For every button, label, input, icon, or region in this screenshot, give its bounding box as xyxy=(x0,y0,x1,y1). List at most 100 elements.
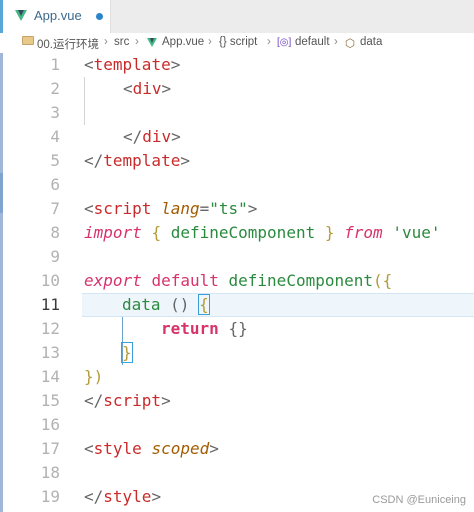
line-number: 10 xyxy=(40,271,60,290)
punct: > xyxy=(247,199,258,218)
identifier: defineComponent xyxy=(170,223,316,242)
watermark: CSDN @Euniceing xyxy=(372,494,466,506)
breadcrumb-item-default[interactable]: default xyxy=(295,36,330,48)
code-line: 15 </script> xyxy=(0,389,474,413)
code-line: 2 <div> xyxy=(0,77,474,101)
breadcrumb-item-data[interactable]: data xyxy=(360,36,382,48)
breadcrumb-item-file[interactable]: App.vue xyxy=(162,36,204,48)
parens: () xyxy=(170,295,190,314)
brace-match: { xyxy=(198,294,210,315)
property-icon: ⬡ xyxy=(345,38,356,50)
chevron-right-icon: › xyxy=(267,36,271,48)
function-name: defineComponent xyxy=(228,271,374,290)
breadcrumb-item-src[interactable]: src xyxy=(114,36,129,48)
punct: > xyxy=(170,55,181,74)
code-editor[interactable]: 1 <template> 2 <div> 3 4 </div> 5 </temp… xyxy=(0,53,474,512)
string: 'vue' xyxy=(392,223,441,242)
chevron-right-icon: › xyxy=(334,36,338,48)
tag-name: template xyxy=(103,151,181,170)
breadcrumb-item-folder[interactable]: 00.运行环境 xyxy=(37,36,99,52)
brace: { xyxy=(151,223,162,242)
keyword: from xyxy=(344,223,383,242)
punct: > xyxy=(161,79,172,98)
folder-icon xyxy=(22,36,34,45)
punct: < xyxy=(84,439,94,458)
line-number: 14 xyxy=(40,367,60,386)
tag-name: style xyxy=(93,439,142,458)
chevron-right-icon: › xyxy=(208,36,212,48)
code-line: 1 <template> xyxy=(0,53,474,77)
attr-value: "ts" xyxy=(209,199,248,218)
line-number: 13 xyxy=(40,343,60,362)
attr-name: lang xyxy=(161,199,200,218)
line-number: 1 xyxy=(50,55,60,74)
punct: = xyxy=(199,199,210,218)
code-line: 12 return {} xyxy=(0,317,474,341)
code-line: 6 xyxy=(0,173,474,197)
code-line: 5 </template> xyxy=(0,149,474,173)
vue-file-icon xyxy=(147,38,157,47)
active-tab-indicator xyxy=(0,0,3,33)
punct: > xyxy=(180,151,190,170)
tag-name: div xyxy=(142,127,172,146)
line-number: 2 xyxy=(50,79,60,98)
tag-name: div xyxy=(132,79,162,98)
code-line-active: 11 data () { xyxy=(0,293,474,317)
tab-label: App.vue xyxy=(34,8,82,23)
line-number: 17 xyxy=(40,439,60,458)
punct: </ xyxy=(84,487,104,506)
brace: } xyxy=(324,223,335,242)
line-number: 6 xyxy=(50,175,60,194)
brace-match: } xyxy=(121,342,133,363)
tab-app-vue[interactable]: App.vue xyxy=(0,0,111,33)
paren: ( xyxy=(373,271,383,290)
line-number: 8 xyxy=(50,223,60,242)
code-line: 16 xyxy=(0,413,474,437)
breadcrumb: 00.运行环境 › src › App.vue › {} script › [◎… xyxy=(0,33,474,53)
line-number: 18 xyxy=(40,463,60,482)
module-icon: [◎] xyxy=(277,37,292,48)
punct: </ xyxy=(123,127,143,146)
line-number: 9 xyxy=(50,247,60,266)
braces: {} xyxy=(228,319,248,338)
unsaved-dot-icon[interactable] xyxy=(96,13,103,20)
line-number: 11 xyxy=(40,295,60,314)
braces: }) xyxy=(84,367,104,386)
identifier: data xyxy=(122,295,161,314)
punct: </ xyxy=(84,151,104,170)
line-number: 3 xyxy=(50,103,60,122)
code-line: 3 xyxy=(0,101,474,125)
line-number: 16 xyxy=(40,415,60,434)
punct: > xyxy=(151,487,162,506)
punct: < xyxy=(84,199,94,218)
code-line: 8 import { defineComponent } from 'vue' xyxy=(0,221,474,245)
line-number: 15 xyxy=(40,391,60,410)
code-line: 9 xyxy=(0,245,474,269)
code-line: 18 xyxy=(0,461,474,485)
keyword: export xyxy=(84,271,142,290)
code-line: 10 export default defineComponent({ xyxy=(0,269,474,293)
punct: < xyxy=(84,55,94,74)
line-number: 12 xyxy=(40,319,60,338)
tag-name: template xyxy=(93,55,171,74)
code-line: 4 </div> xyxy=(0,125,474,149)
attr-name: scoped xyxy=(151,439,210,458)
punct: < xyxy=(123,79,133,98)
punct: > xyxy=(209,439,219,458)
keyword: import xyxy=(84,223,142,242)
keyword: return xyxy=(161,319,219,338)
line-number: 19 xyxy=(40,487,60,506)
code-line: 13 } xyxy=(0,341,474,365)
punct: </ xyxy=(84,391,104,410)
punct: > xyxy=(161,391,171,410)
tag-name: script xyxy=(93,199,152,218)
chevron-right-icon: › xyxy=(135,36,139,48)
chevron-right-icon: › xyxy=(104,36,108,48)
code-line: 14 }) xyxy=(0,365,474,389)
line-number: 4 xyxy=(50,127,60,146)
code-line: 7 <script lang="ts"> xyxy=(0,197,474,221)
keyword: default xyxy=(151,271,219,290)
punct: > xyxy=(171,127,181,146)
breadcrumb-item-script[interactable]: {} script xyxy=(219,36,257,48)
tag-name: style xyxy=(103,487,152,506)
